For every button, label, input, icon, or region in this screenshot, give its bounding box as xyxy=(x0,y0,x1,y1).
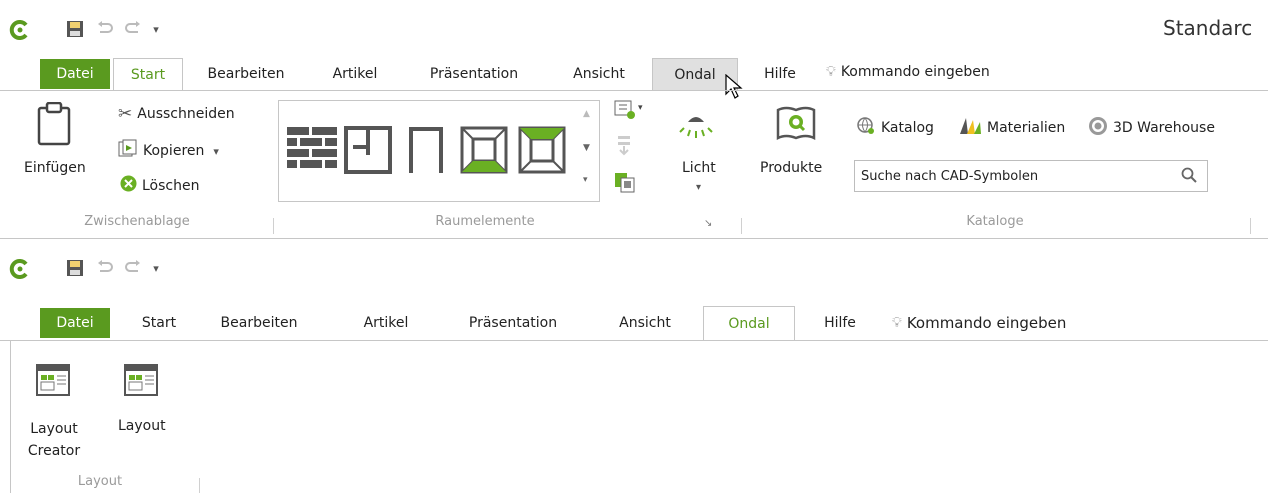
layout-icon[interactable] xyxy=(124,364,158,400)
save-icon[interactable] xyxy=(64,18,86,40)
room-plan-icon[interactable] xyxy=(343,125,393,179)
tab-view[interactable]: Ansicht xyxy=(604,308,686,338)
group-separator xyxy=(273,218,274,234)
paste-button[interactable]: Einfügen xyxy=(24,160,86,176)
tab-help[interactable]: Hilfe xyxy=(752,59,808,89)
catalog-button[interactable]: Katalog xyxy=(856,116,934,140)
group-separator xyxy=(199,478,200,493)
warehouse-button[interactable]: 3D Warehouse xyxy=(1088,116,1215,140)
ribbon-top-border xyxy=(0,90,1268,91)
door-frame-icon[interactable] xyxy=(401,125,451,179)
lightbulb-icon: 💡︎ xyxy=(892,315,902,331)
qat-dropdown-icon[interactable]: ▾ xyxy=(150,259,162,277)
wall-brick-icon[interactable] xyxy=(287,127,337,175)
copy-icon xyxy=(118,139,138,163)
save-icon[interactable] xyxy=(64,257,86,279)
tab-start[interactable]: Start xyxy=(124,308,194,338)
scissors-icon: ✂ xyxy=(118,104,133,124)
products-book-icon[interactable] xyxy=(776,102,816,146)
paste-icon[interactable] xyxy=(36,101,72,150)
cut-button[interactable]: ✂ Ausschneiden xyxy=(118,104,235,124)
redo-icon[interactable] xyxy=(122,257,144,279)
app-logo-icon[interactable] xyxy=(8,257,32,281)
qat-dropdown-icon[interactable]: ▾ xyxy=(150,20,162,38)
command-input[interactable]: 💡︎ Kommando eingeben xyxy=(826,64,990,80)
lightbulb-icon: 💡︎ xyxy=(826,64,836,80)
tab-ondal[interactable]: Ondal xyxy=(703,306,795,340)
light-button[interactable]: Licht xyxy=(682,160,716,176)
tab-edit[interactable]: Bearbeiten xyxy=(195,59,297,89)
layout-creator-button[interactable]: Layout Creator xyxy=(26,418,82,462)
tab-view[interactable]: Ansicht xyxy=(560,59,638,89)
products-button[interactable]: Produkte xyxy=(760,160,822,176)
materials-button[interactable]: Materialien xyxy=(958,116,1065,140)
gallery-scroll-down-icon[interactable]: ▼ xyxy=(583,143,590,153)
layout-button[interactable]: Layout xyxy=(118,418,166,434)
svg-text:▾: ▾ xyxy=(638,103,643,113)
tab-file[interactable]: Datei xyxy=(40,308,110,338)
materials-icon xyxy=(958,116,982,140)
group-label-catalogs: Kataloge xyxy=(966,214,1024,229)
delete-circle-icon xyxy=(120,175,137,196)
undo-icon[interactable] xyxy=(94,257,116,279)
redo-icon[interactable] xyxy=(122,18,144,40)
window-title: Standarc xyxy=(1163,16,1253,40)
group-label-layout: Layout xyxy=(77,474,123,489)
light-icon[interactable] xyxy=(676,108,716,148)
app-logo-icon[interactable] xyxy=(8,18,32,42)
tab-presentation[interactable]: Präsentation xyxy=(418,59,530,89)
undo-icon[interactable] xyxy=(94,18,116,40)
delete-button[interactable]: Löschen xyxy=(120,175,199,196)
ceiling-icon[interactable] xyxy=(517,125,567,179)
room-elements-gallery[interactable]: ▲ ▼ ▾ xyxy=(278,100,600,202)
cad-search-input[interactable]: Suche nach CAD-Symbolen xyxy=(854,160,1208,192)
gallery-scroll-up-icon[interactable]: ▲ xyxy=(583,109,590,119)
dialog-launcher-icon[interactable]: ↘ xyxy=(704,218,712,229)
chevron-down-icon: ▾ xyxy=(696,182,702,193)
gallery-more-icon[interactable]: ▾ xyxy=(583,175,588,185)
globe-icon xyxy=(856,116,876,140)
ribbon-top-border xyxy=(0,340,1268,341)
element-catalog-icon[interactable] xyxy=(614,172,636,198)
tab-file[interactable]: Datei xyxy=(40,59,110,89)
add-element-icon[interactable]: ▾ xyxy=(614,100,644,126)
group-label-clipboard: Zwischenablage xyxy=(84,214,190,229)
copy-button[interactable]: Kopieren ▾ xyxy=(118,139,219,163)
search-icon[interactable] xyxy=(1181,167,1197,187)
chevron-down-icon: ▾ xyxy=(213,144,219,158)
warehouse-cube-icon xyxy=(1088,116,1108,140)
layout-creator-icon[interactable] xyxy=(36,364,70,400)
group-label-room-elements: Raumelemente xyxy=(435,214,535,229)
mouse-cursor-icon xyxy=(725,73,743,104)
group-separator xyxy=(741,218,742,234)
ribbon-left-border xyxy=(10,340,11,493)
ribbon-bottom-border xyxy=(0,238,1268,239)
tab-presentation[interactable]: Präsentation xyxy=(452,308,574,338)
tab-start[interactable]: Start xyxy=(113,58,183,90)
disabled-import-icon xyxy=(616,136,632,160)
floor-icon[interactable] xyxy=(459,125,509,179)
group-separator xyxy=(1250,218,1251,234)
tab-article[interactable]: Artikel xyxy=(320,59,390,89)
tab-help[interactable]: Hilfe xyxy=(810,308,870,338)
tab-edit[interactable]: Bearbeiten xyxy=(205,308,313,338)
command-input[interactable]: 💡︎ Kommando eingeben xyxy=(892,314,1066,332)
tab-article[interactable]: Artikel xyxy=(342,308,430,338)
